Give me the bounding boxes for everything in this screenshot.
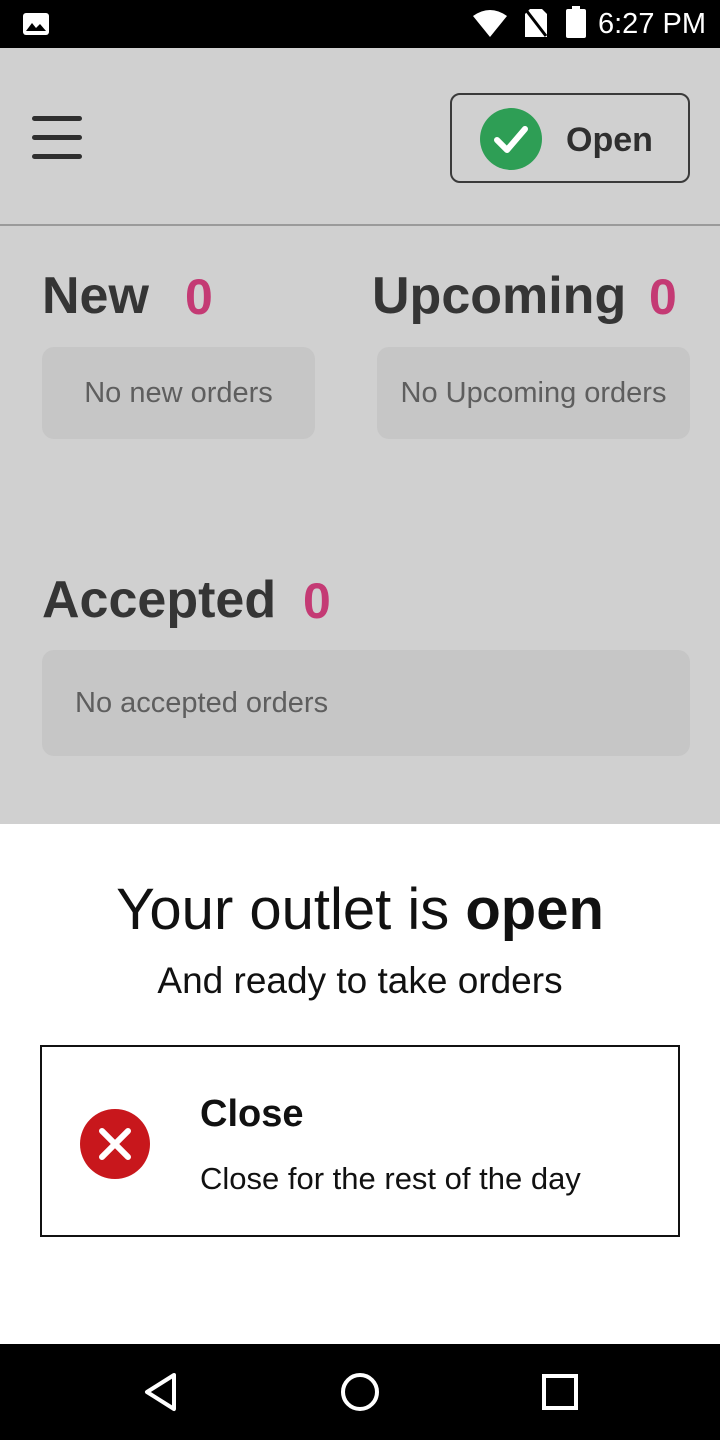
wifi-icon xyxy=(473,10,507,37)
clock-time: 6:27 PM xyxy=(598,8,706,40)
gallery-icon xyxy=(23,13,49,35)
close-circle-icon xyxy=(80,1109,150,1179)
sheet-title: Your outlet is open xyxy=(0,876,720,943)
sheet-subtitle: And ready to take orders xyxy=(157,960,563,1001)
orders-screen: Open New 0 No new orders Upcoming 0 No U… xyxy=(0,48,720,824)
navigation-bar xyxy=(0,1344,720,1440)
new-section-title: New xyxy=(42,267,149,325)
no-sim-icon xyxy=(524,9,548,37)
accepted-orders-empty: No accepted orders xyxy=(42,650,690,756)
phone-screen: 6:27 PM Open New 0 No new orders Upcomin… xyxy=(0,0,720,1440)
new-count: 0 xyxy=(185,269,213,325)
check-circle-icon xyxy=(480,108,542,170)
home-icon[interactable] xyxy=(338,1370,382,1414)
toolbar: Open xyxy=(0,48,720,226)
upcoming-section-title: Upcoming xyxy=(372,267,627,325)
close-option-description: Close for the rest of the day xyxy=(200,1161,581,1196)
recents-icon[interactable] xyxy=(538,1370,582,1414)
sheet-title-status: open xyxy=(465,877,604,942)
sheet-title-prefix: Your outlet is xyxy=(116,877,466,942)
outlet-status-button[interactable]: Open xyxy=(450,93,690,183)
hamburger-menu-icon[interactable] xyxy=(32,116,82,160)
back-icon[interactable] xyxy=(140,1370,184,1414)
accepted-count: 0 xyxy=(303,573,331,629)
upcoming-orders-empty: No Upcoming orders xyxy=(377,347,690,439)
accepted-section-title: Accepted xyxy=(42,571,277,629)
close-option-title: Close xyxy=(200,1093,304,1135)
battery-icon xyxy=(566,6,586,38)
outlet-status-sheet: Your outlet is open And ready to take or… xyxy=(0,824,720,1344)
close-outlet-option[interactable]: Close Close for the rest of the day xyxy=(40,1045,680,1237)
upcoming-count: 0 xyxy=(649,269,677,325)
outlet-status-label: Open xyxy=(566,121,653,159)
new-orders-empty: No new orders xyxy=(42,347,315,439)
status-bar: 6:27 PM xyxy=(0,0,720,48)
